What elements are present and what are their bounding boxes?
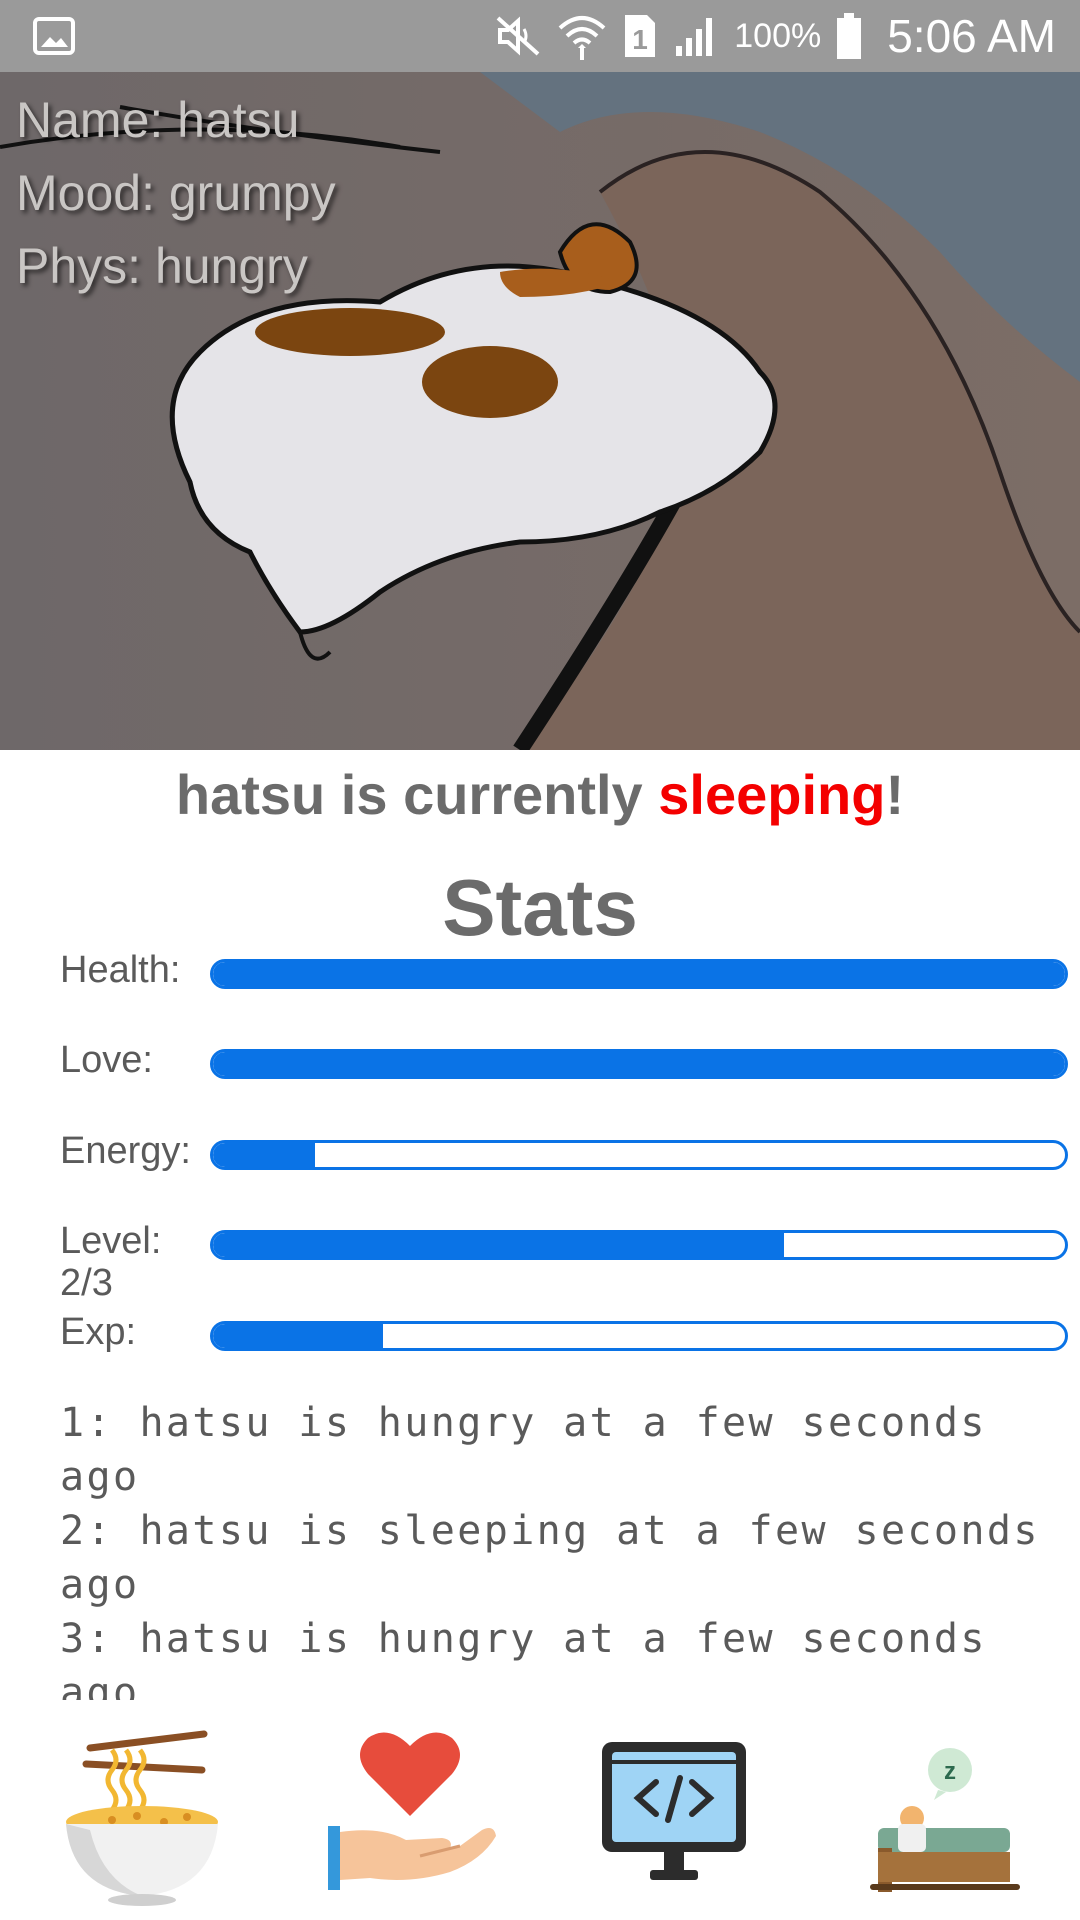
stat-row-love: Love:	[60, 1039, 1068, 1099]
svg-text:z: z	[944, 1758, 956, 1785]
stat-label: Exp:	[60, 1311, 137, 1353]
feed-button[interactable]	[42, 1720, 242, 1920]
stat-label: Health:	[60, 949, 181, 991]
status-suffix: !	[885, 763, 905, 826]
stat-label: Level:	[60, 1220, 162, 1262]
event-log[interactable]: 1: hatsu is hungry at a few seconds ago …	[60, 1396, 1070, 1700]
status-prefix: hatsu is currently	[175, 763, 659, 826]
pet-mood: Mood: grumpy	[16, 165, 336, 221]
health-bar-fill	[213, 962, 1065, 986]
noodle-bowl-icon	[66, 1730, 218, 1906]
pet-phys: Phys: hungry	[16, 238, 308, 294]
love-button[interactable]	[310, 1720, 510, 1920]
computer-code-icon	[602, 1742, 746, 1880]
pet-info: Name: hatsu Mood: grumpy Phys: hungry	[16, 84, 336, 303]
status-state: sleeping	[658, 763, 886, 826]
pet-status-line: hatsu is currently sleeping!	[0, 762, 1080, 827]
stats-title: Stats	[442, 863, 638, 952]
wifi-icon	[558, 16, 606, 60]
bed-sleep-icon: z	[870, 1748, 1020, 1892]
code-button[interactable]	[574, 1720, 774, 1920]
event-item: 1: hatsu is hungry at a few seconds ago	[60, 1400, 1014, 1500]
stat-row-exp: Exp:	[60, 1311, 1068, 1371]
status-bar: 1 100% 5:06 AM	[0, 0, 1080, 72]
energy-bar-fill	[213, 1143, 316, 1167]
stat-row-health: Health:	[60, 949, 1068, 1009]
gallery-icon	[33, 17, 75, 55]
love-bar-fill	[213, 1052, 1065, 1076]
exp-bar	[210, 1321, 1068, 1351]
heart-hand-icon	[328, 1732, 496, 1890]
sleep-button[interactable]: z	[842, 1720, 1042, 1920]
signal-icon	[676, 18, 713, 56]
event-item: 2: hatsu is sleeping at a few seconds ag…	[60, 1508, 1067, 1608]
stat-label: Energy:	[60, 1130, 191, 1172]
sim-1-icon: 1	[625, 15, 656, 57]
stat-row-level: Level: 2/3	[60, 1220, 1068, 1300]
stat-label: Love:	[60, 1039, 153, 1081]
battery-icon	[837, 13, 862, 59]
pet-image: Name: hatsu Mood: grumpy Phys: hungry	[0, 72, 1080, 750]
mute-icon	[496, 16, 540, 56]
clock: 5:06 AM	[887, 10, 1056, 62]
event-item: 3: hatsu is hungry at a few seconds ago	[60, 1616, 1014, 1700]
energy-bar	[210, 1140, 1068, 1170]
pet-name: Name: hatsu	[16, 92, 300, 148]
svg-text:1: 1	[632, 24, 648, 55]
level-bar-fill	[213, 1233, 784, 1257]
health-bar	[210, 959, 1068, 989]
level-bar	[210, 1230, 1068, 1260]
level-value: 2/3	[60, 1262, 113, 1296]
battery-percent: 100%	[734, 16, 822, 55]
love-bar	[210, 1049, 1068, 1079]
status-icons: 1 100% 5:06 AM	[494, 0, 1056, 72]
exp-bar-fill	[213, 1324, 384, 1348]
stat-row-energy: Energy:	[60, 1130, 1068, 1190]
action-bar: z	[0, 1720, 1080, 1920]
